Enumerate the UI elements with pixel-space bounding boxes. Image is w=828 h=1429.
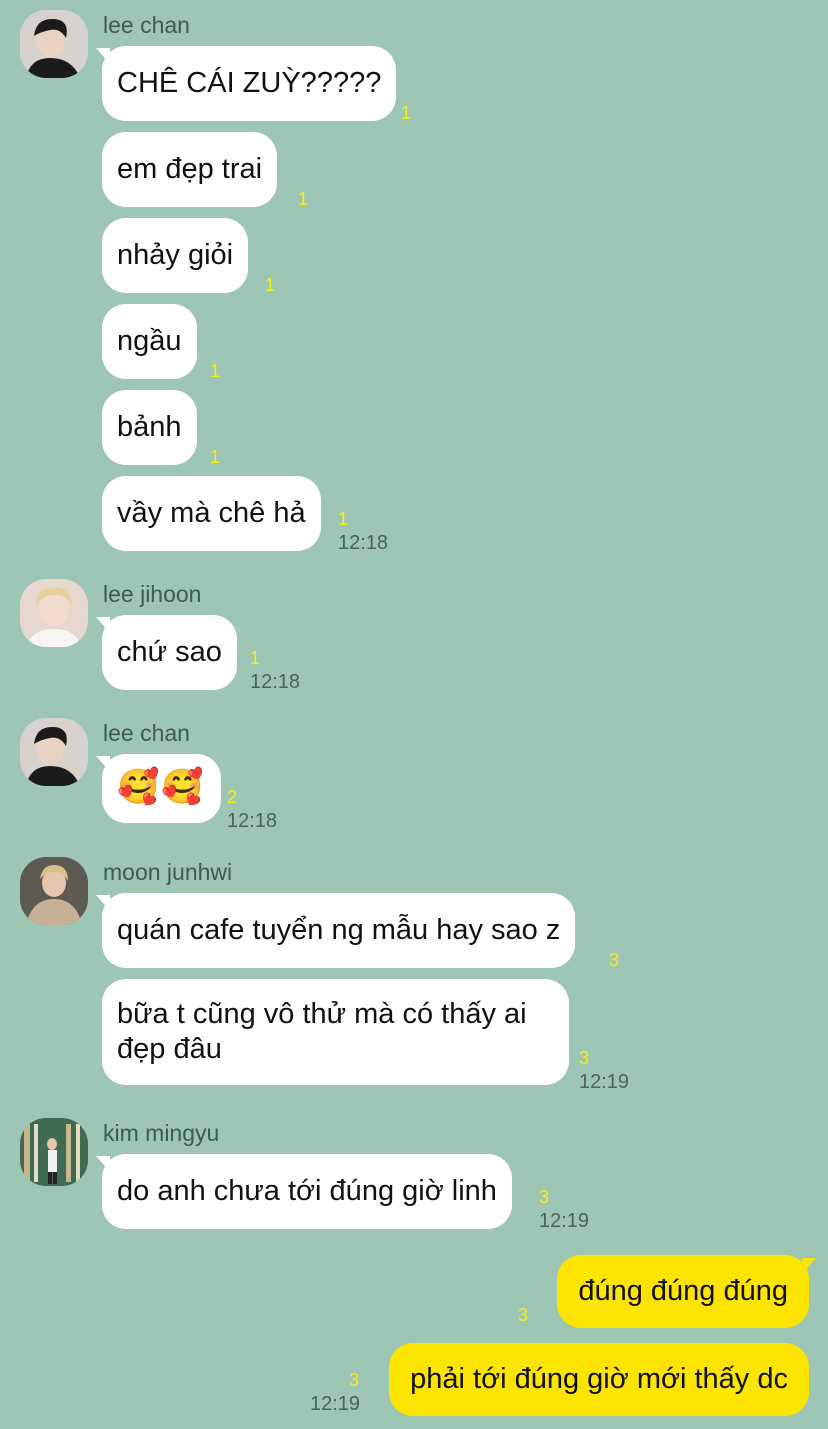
unread-count: 3: [518, 1305, 529, 1325]
avatar-lee-chan[interactable]: [20, 10, 88, 78]
my-message-bubble[interactable]: đúng đúng đúng: [557, 1255, 809, 1328]
unread-count: 3: [579, 1048, 590, 1068]
timestamp: 12:18: [227, 810, 278, 832]
message-bubble[interactable]: ngầu: [102, 304, 197, 379]
unread-count: 1: [298, 189, 309, 209]
avatar-kim-mingyu[interactable]: [20, 1118, 88, 1186]
avatar-lee-jihoon[interactable]: [20, 579, 88, 647]
sender-name: lee jihoon: [103, 581, 202, 607]
timestamp: 12:19: [310, 1393, 361, 1415]
message-bubble[interactable]: em đẹp trai: [102, 132, 278, 207]
sender-name: kim mingyu: [103, 1120, 220, 1146]
unread-count: 1: [265, 275, 276, 295]
timestamp: 12:18: [250, 671, 301, 693]
unread-count: 1: [401, 103, 412, 123]
avatar-moon-junhwi[interactable]: [20, 857, 88, 925]
unread-count: 1: [210, 447, 221, 467]
unread-count: 1: [250, 648, 261, 668]
message-bubble[interactable]: bữa t cũng vô thử mà có thấy ai đẹp đâu: [102, 979, 569, 1085]
unread-count: 1: [338, 509, 349, 529]
message-bubble[interactable]: vầy mà chê hả: [102, 476, 321, 551]
sender-name: lee chan: [103, 720, 190, 746]
my-message-bubble[interactable]: phải tới đúng giờ mới thấy dc: [389, 1343, 809, 1416]
message-bubble[interactable]: 🥰🥰: [102, 754, 221, 823]
message-bubble[interactable]: chứ sao: [102, 615, 237, 690]
avatar-lee-chan[interactable]: [20, 718, 88, 786]
sender-name: moon junhwi: [103, 859, 233, 885]
timestamp: 12:18: [338, 532, 389, 554]
unread-count: 2: [227, 787, 238, 807]
message-bubble[interactable]: bảnh: [102, 390, 197, 465]
unread-count: 3: [609, 950, 620, 970]
timestamp: 12:19: [579, 1071, 630, 1093]
sender-name: lee chan: [103, 12, 190, 38]
message-bubble[interactable]: CHÊ CÁI ZUỲ?????: [102, 46, 397, 121]
unread-count: 3: [539, 1187, 550, 1207]
message-bubble[interactable]: quán cafe tuyển ng mẫu hay sao z: [102, 893, 576, 968]
unread-count: 1: [210, 361, 221, 381]
emoji-smiling-hearts: 🥰🥰: [117, 767, 206, 807]
message-bubble[interactable]: do anh chưa tới đúng giờ linh: [102, 1154, 512, 1229]
timestamp: 12:19: [539, 1210, 590, 1232]
message-bubble[interactable]: nhảy giỏi: [102, 218, 249, 293]
unread-count: 3: [349, 1370, 360, 1390]
